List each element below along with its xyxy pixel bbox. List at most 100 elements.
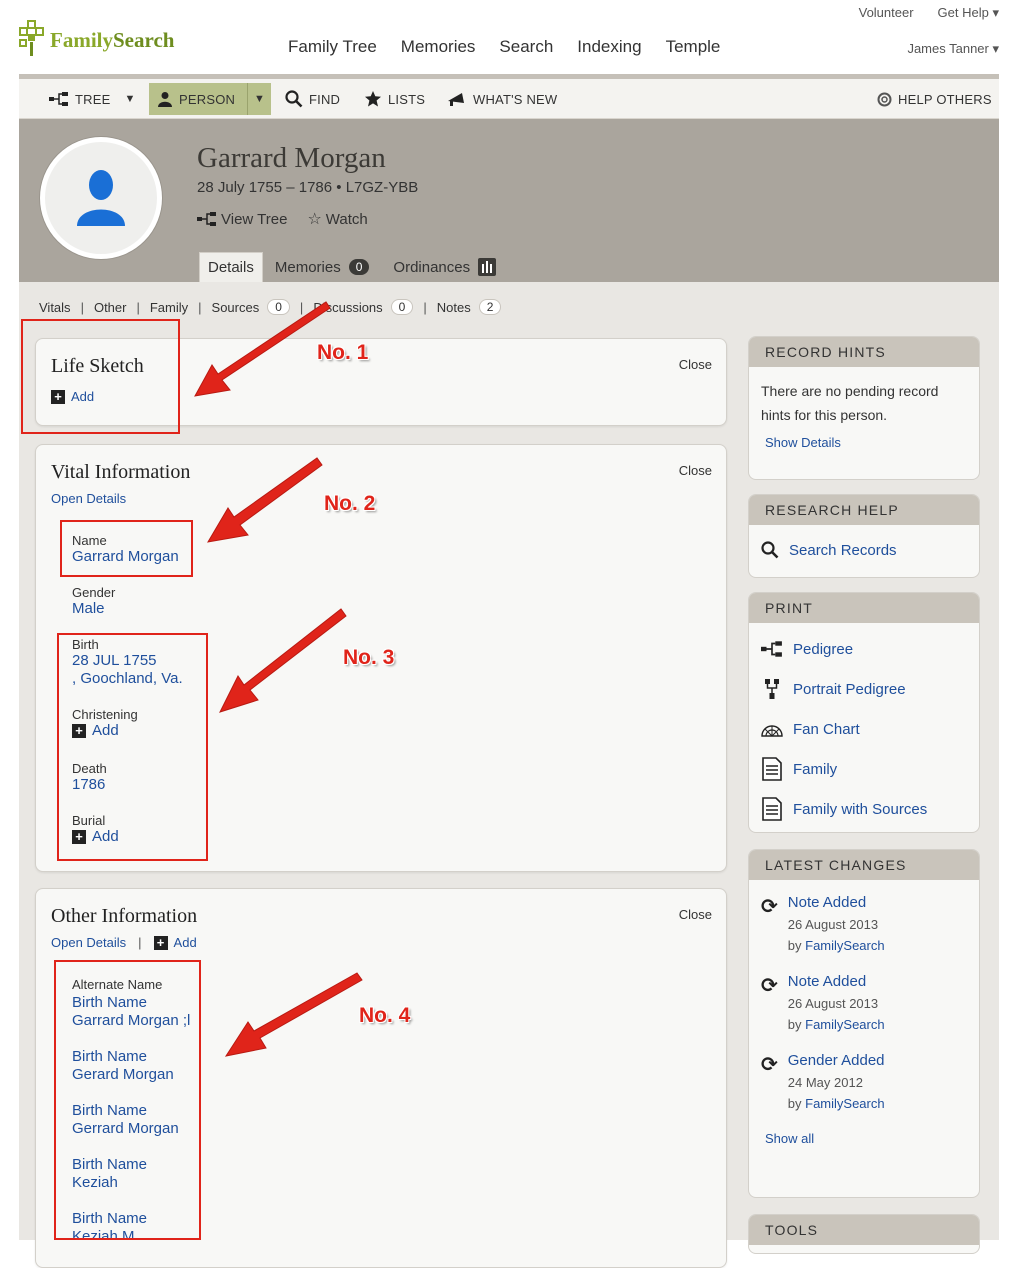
change-date: 26 August 2013: [787, 917, 879, 932]
annotation-label-2: No. 2: [324, 492, 376, 515]
person-label: PERSON: [179, 91, 236, 107]
help-others-label: HELP OTHERS: [898, 91, 992, 107]
search-records-link[interactable]: Search Records: [749, 525, 979, 575]
change-date: 24 May 2012: [787, 1075, 863, 1090]
print-fan-chart[interactable]: Fan Chart: [749, 709, 979, 749]
subnav-sources[interactable]: Sources: [212, 300, 260, 315]
watch-link[interactable]: ☆ Watch: [307, 209, 367, 229]
vital-open-details[interactable]: Open Details: [51, 491, 126, 506]
tab-ordinances-label: Ordinances: [393, 258, 471, 276]
change-title: Gender Added: [787, 1052, 885, 1069]
print-pedigree[interactable]: Pedigree: [749, 629, 979, 669]
record-hints-show-details[interactable]: Show Details: [749, 427, 979, 458]
change-who[interactable]: FamilySearch: [805, 938, 884, 953]
tools-panel: TOOLS: [748, 1214, 980, 1254]
print-family-with-sources[interactable]: Family with Sources: [749, 789, 979, 829]
nav-memories[interactable]: Memories: [401, 37, 476, 57]
subnav-separator: |: [136, 299, 140, 315]
change-item[interactable]: ⟳ Gender Added 24 May 2012 by FamilySear…: [749, 1052, 979, 1111]
nav-indexing[interactable]: Indexing: [577, 37, 641, 57]
main-nav: Family Tree Memories Search Indexing Tem…: [288, 37, 720, 57]
change-who[interactable]: FamilySearch: [805, 1096, 884, 1111]
annotation-box-3: [57, 633, 208, 861]
person-menu-dropdown[interactable]: ▼: [247, 83, 271, 115]
person-name: Garrard Morgan: [197, 142, 386, 174]
other-open-details[interactable]: Open Details: [51, 935, 126, 950]
nav-temple[interactable]: Temple: [666, 37, 721, 57]
watch-label: Watch: [325, 210, 368, 228]
print-family-label: Family: [793, 760, 838, 778]
print-portrait-pedigree[interactable]: Portrait Pedigree: [749, 669, 979, 709]
user-menu[interactable]: James Tanner ▾: [907, 41, 999, 57]
life-sketch-close[interactable]: Close: [679, 357, 712, 372]
person-banner: Garrard Morgan 28 July 1755 – 1786 • L7G…: [19, 119, 999, 282]
tree-label: TREE: [75, 91, 111, 107]
print-pedigree-label: Pedigree: [793, 640, 854, 658]
get-help-link[interactable]: Get Help ▾: [938, 5, 999, 21]
view-tree-link[interactable]: View Tree: [197, 211, 287, 228]
show-all-changes[interactable]: Show all: [749, 1111, 979, 1146]
subnav-other[interactable]: Other: [94, 300, 127, 315]
vital-information-close[interactable]: Close: [679, 463, 712, 478]
find-label: FIND: [309, 91, 341, 107]
tab-details[interactable]: Details: [199, 252, 263, 282]
section-subnav: Vitals | Other | Family | Sources 0 | Di…: [39, 299, 502, 315]
lifebuoy-icon: [877, 92, 892, 106]
annotation-box-1: [21, 319, 180, 434]
brand-wordmark: FamilySearch: [50, 28, 174, 53]
lists-label: LISTS: [388, 91, 426, 107]
change-item[interactable]: ⟳ Note Added 26 August 2013 by FamilySea…: [749, 973, 979, 1032]
lists-menu[interactable]: LISTS: [364, 79, 425, 119]
person-tabs: Details Memories 0 Ordinances: [199, 252, 508, 282]
pedigree-icon: [197, 212, 216, 226]
change-title: Note Added: [787, 973, 867, 990]
nav-search[interactable]: Search: [499, 37, 553, 57]
gender-field[interactable]: Gender Male: [72, 585, 115, 618]
find-menu[interactable]: FIND: [285, 79, 340, 119]
print-fan-chart-label: Fan Chart: [793, 720, 860, 738]
avatar[interactable]: [40, 137, 162, 259]
whats-new-menu[interactable]: WHAT'S NEW: [447, 79, 557, 119]
change-by: by FamilySearch: [788, 938, 885, 953]
research-help-title: RESEARCH HELP: [749, 495, 979, 525]
latest-changes-panel: LATEST CHANGES ⟳ Note Added 26 August 20…: [748, 849, 980, 1198]
change-item[interactable]: ⟳ Note Added 26 August 2013 by FamilySea…: [749, 894, 979, 953]
search-records-label: Search Records: [789, 541, 897, 559]
subnav-family[interactable]: Family: [150, 300, 188, 315]
subnav-separator: |: [299, 299, 304, 315]
volunteer-link[interactable]: Volunteer: [859, 5, 914, 21]
document-icon: [762, 757, 782, 781]
record-hints-panel: RECORD HINTS There are no pending record…: [748, 336, 980, 480]
annotation-box-4: [54, 960, 201, 1240]
latest-changes-title: LATEST CHANGES: [749, 850, 979, 880]
star-icon: [365, 91, 381, 107]
tree-logo-icon: [19, 20, 44, 56]
gender-label: Gender: [72, 585, 116, 600]
print-title: PRINT: [749, 593, 979, 623]
whats-new-label: WHAT'S NEW: [473, 91, 558, 107]
print-family[interactable]: Family: [749, 749, 979, 789]
other-add[interactable]: + Add: [153, 935, 197, 950]
nav-family-tree[interactable]: Family Tree: [288, 37, 377, 57]
chevron-down-icon: ▼: [253, 93, 266, 105]
tree-menu[interactable]: TREE ▼: [49, 79, 136, 119]
subnav-separator: |: [198, 299, 202, 315]
gender-value[interactable]: Male: [72, 600, 115, 618]
familysearch-logo[interactable]: FamilySearch: [18, 16, 174, 60]
change-who[interactable]: FamilySearch: [805, 1017, 884, 1032]
brand-search: Search: [113, 27, 175, 52]
notes-count-badge: 2: [478, 299, 502, 315]
subnav-notes[interactable]: Notes: [437, 300, 471, 315]
other-separator: |: [138, 935, 142, 950]
print-list: Pedigree Portrait Pedigree Fan Chart Fam…: [749, 623, 979, 829]
subnav-discussions[interactable]: Discussions: [313, 300, 382, 315]
subnav-vitals[interactable]: Vitals: [39, 300, 71, 315]
tab-memories[interactable]: Memories 0: [263, 252, 382, 282]
other-actions: Open Details | + Add: [51, 935, 197, 950]
temple-icon: [478, 258, 497, 276]
record-hints-text: There are no pending record hints for th…: [761, 383, 939, 423]
help-others-menu[interactable]: HELP OTHERS: [877, 79, 992, 119]
tab-ordinances[interactable]: Ordinances: [381, 252, 508, 282]
refresh-icon: ⟳: [761, 896, 778, 918]
other-information-close[interactable]: Close: [679, 907, 712, 922]
